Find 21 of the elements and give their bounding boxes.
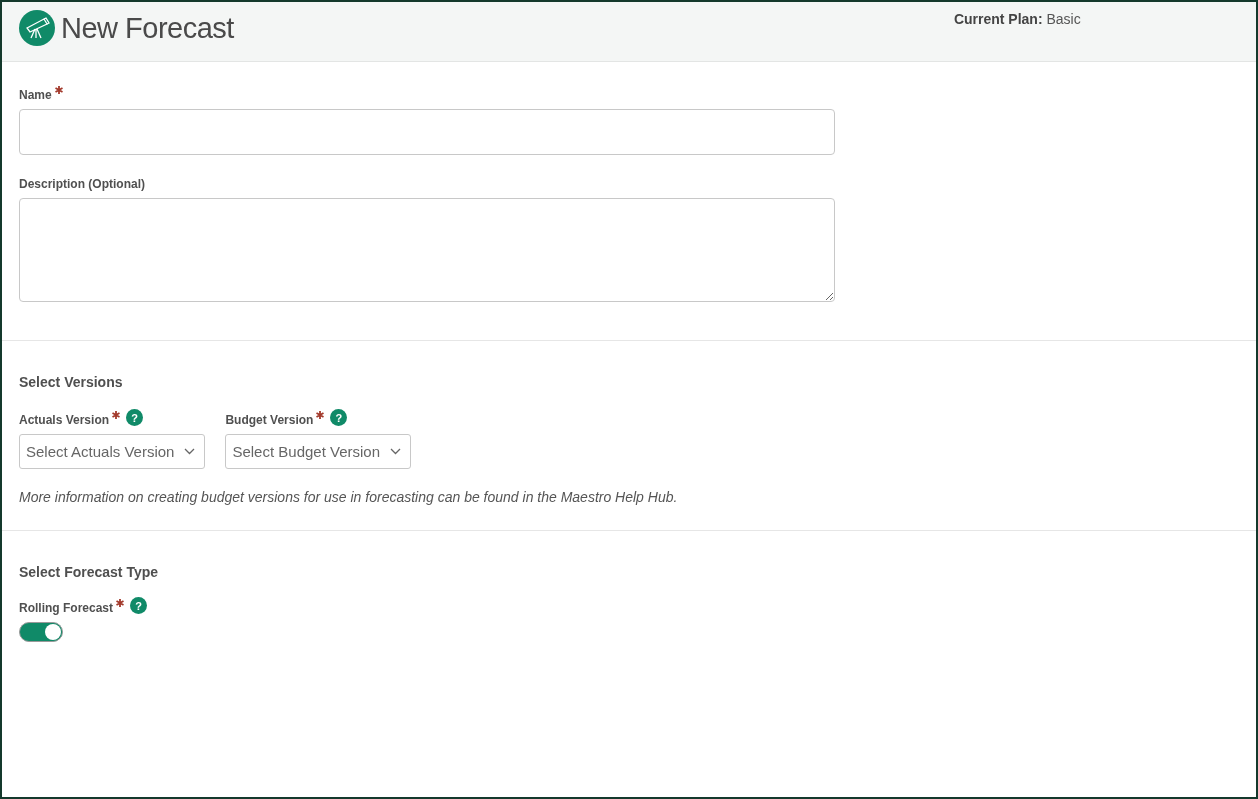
section-title: Select Versions: [19, 374, 124, 390]
telescope-icon: [19, 10, 55, 46]
page-title: New Forecast: [61, 12, 234, 45]
field-label: Name: [19, 88, 52, 102]
toggle-switch[interactable]: [19, 622, 63, 642]
field-label: Rolling Forecast: [19, 601, 113, 615]
help-icon[interactable]: ?: [126, 409, 144, 426]
chevron-down-icon: [184, 448, 196, 455]
help-note: More information on creating budget versions for use in forecasting can be found in the Maestro Help Hub.: [19, 489, 679, 505]
field-label: Actuals Version: [19, 413, 110, 427]
chevron-down-icon: [390, 448, 402, 455]
description-field[interactable]: [19, 198, 835, 302]
section-title: Select Forecast Type: [19, 564, 160, 580]
help-icon[interactable]: ?: [330, 409, 348, 426]
version-dropdown[interactable]: Select Actuals Version: [19, 434, 206, 469]
field-label: Description (Optional): [19, 177, 145, 191]
current-plan-text: Current Plan: Basic: [953, 11, 1081, 27]
name-field[interactable]: [19, 109, 835, 155]
help-icon[interactable]: ?: [130, 597, 147, 614]
version-dropdown[interactable]: Select Budget Version: [225, 434, 412, 469]
field-label: Budget Version: [225, 413, 314, 427]
